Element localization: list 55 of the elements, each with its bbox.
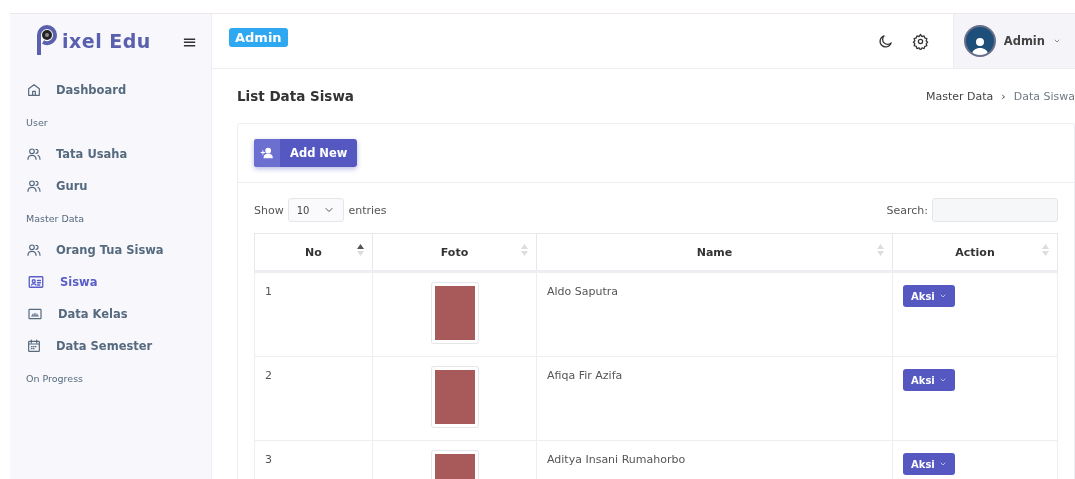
column-header[interactable]: Action — [892, 233, 1058, 272]
moon-icon — [876, 32, 894, 50]
entries-label: entries — [348, 203, 387, 217]
sidebar-item[interactable]: Siswa — [10, 266, 211, 298]
add-new-button[interactable]: Add New — [254, 139, 358, 167]
search-field[interactable] — [932, 198, 1058, 222]
users-icon — [26, 178, 42, 194]
home-icon — [26, 82, 42, 98]
photo-placeholder — [431, 367, 478, 427]
menu-icon[interactable]: ≡ — [181, 30, 197, 52]
action-dropdown-button[interactable]: Aksi — [903, 285, 955, 307]
table-cell: Aldo Saputra — [536, 271, 893, 357]
role-badge: Admin — [229, 28, 288, 47]
chevron-down-icon — [938, 376, 947, 384]
add-user-icon — [260, 146, 274, 160]
table-cell: 2 — [254, 356, 373, 441]
sort-arrows-icon[interactable] — [357, 244, 364, 256]
page-title: List Data Siswa — [237, 88, 354, 104]
breadcrumb-item[interactable]: Master Data — [926, 89, 994, 103]
action-dropdown-button[interactable]: Aksi — [903, 453, 955, 475]
avatar-icon — [963, 25, 996, 57]
sidebar-item[interactable]: Orang Tua Siswa — [10, 234, 211, 266]
sidebar-item[interactable]: Data Semester — [10, 330, 211, 362]
sidebar-item[interactable]: Dashboard — [10, 74, 211, 106]
sidebar-item[interactable]: Data Kelas — [10, 298, 211, 330]
breadcrumb-separator: › — [1001, 89, 1006, 103]
id-card-icon — [26, 273, 46, 291]
users-icon — [26, 146, 42, 162]
table-cell: 1 — [254, 271, 373, 357]
users-icon — [26, 242, 42, 258]
breadcrumb-item: Data Siswa — [1013, 89, 1075, 103]
table-cell: Afiqa Fir Azifa — [536, 356, 893, 441]
logo-text: ixel Edu — [62, 30, 151, 52]
chevron-down-icon — [938, 292, 947, 300]
board-icon — [26, 306, 44, 322]
sidebar-heading: User — [25, 115, 49, 130]
page-size-select[interactable]: 10 — [287, 198, 345, 222]
calendar-icon — [26, 338, 42, 354]
sidebar-heading: Master Data — [25, 211, 86, 226]
settings-icon — [911, 32, 929, 50]
table-cell: 3 — [254, 440, 373, 479]
sidebar-item[interactable]: Tata Usaha — [10, 138, 211, 170]
column-header[interactable]: Name — [536, 233, 893, 272]
search-label: Search: — [886, 203, 928, 217]
sidebar-item[interactable]: Guru — [10, 170, 211, 202]
action-dropdown-button[interactable]: Aksi — [903, 369, 955, 391]
show-label: Show — [254, 203, 284, 217]
photo-placeholder — [431, 283, 478, 343]
sidebar-heading: On Progress — [25, 371, 85, 386]
logo-icon — [36, 25, 58, 57]
column-header[interactable]: No — [254, 233, 373, 272]
user-menu[interactable]: Admin — [952, 14, 1075, 68]
chevron-down-icon — [1053, 37, 1061, 45]
chevron-down-icon — [938, 460, 947, 468]
column-header[interactable]: Foto — [372, 233, 537, 272]
